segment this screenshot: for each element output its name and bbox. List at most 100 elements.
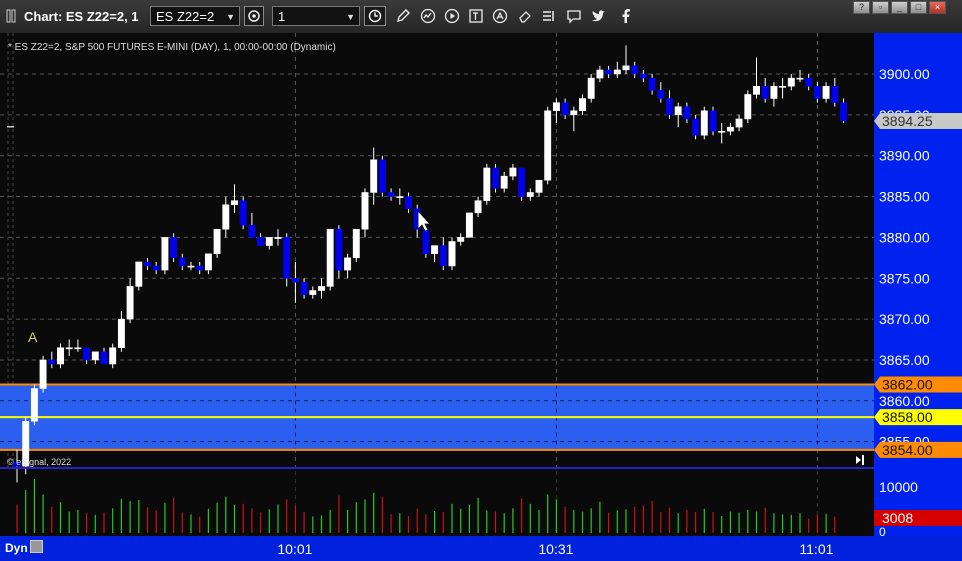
alert-button[interactable]	[491, 7, 509, 25]
interval-combo[interactable]: 1 ▼	[272, 6, 360, 26]
candle-body	[526, 192, 534, 197]
candle-body	[465, 212, 473, 238]
close-button[interactable]: ×	[929, 1, 946, 14]
restore-button[interactable]: ▫	[872, 1, 889, 14]
candle-body	[170, 237, 178, 259]
candle-body	[83, 347, 91, 361]
title-bar: Chart: ES Z22=2, 1 ES Z22=2 ▼ 1 ▼ ? ▫ _ …	[0, 0, 962, 34]
candle-body	[474, 200, 482, 214]
candle-body	[639, 73, 647, 79]
candle-body	[726, 126, 734, 132]
candle-body	[840, 102, 847, 122]
candle-body	[700, 110, 708, 136]
candle-body	[579, 98, 586, 112]
candle-body	[692, 118, 700, 136]
list-button[interactable]	[540, 7, 558, 25]
candle-body	[274, 237, 282, 239]
candle-body	[431, 245, 439, 254]
candle-body	[326, 228, 334, 287]
candle-body	[683, 106, 691, 120]
maximize-button[interactable]: □	[910, 1, 927, 14]
candle-body	[196, 265, 204, 271]
candle-body	[352, 228, 360, 259]
gear-icon	[248, 10, 260, 22]
price-tick-label: 3870.00	[879, 311, 930, 327]
candle-body	[753, 86, 760, 95]
play-icon	[444, 8, 460, 24]
candle-body	[561, 102, 569, 116]
candle-body	[509, 167, 517, 177]
candle-body	[91, 351, 99, 361]
candle-body	[48, 359, 56, 365]
candle-body	[648, 77, 656, 91]
facebook-icon	[622, 9, 630, 23]
candle-body	[126, 286, 134, 320]
candle-body	[248, 224, 256, 238]
dynamic-mode-label[interactable]: Dyn	[5, 541, 28, 555]
candle-body	[318, 286, 325, 291]
text-box-icon	[469, 9, 483, 23]
candle-body	[596, 69, 604, 79]
candle-body	[300, 282, 308, 295]
eraser-button[interactable]	[516, 7, 534, 25]
candle-body	[396, 196, 404, 199]
price-chart[interactable]: 3900.003895.003890.003885.003880.003875.…	[0, 33, 962, 536]
twitter-icon	[592, 10, 605, 22]
price-tick-label: 3860.00	[879, 393, 930, 409]
candle-body	[831, 86, 839, 103]
candle-body	[378, 159, 386, 193]
candle-body	[735, 118, 743, 128]
price-tick-label: 3875.00	[879, 270, 930, 286]
candle-body	[613, 69, 621, 75]
candle-body	[544, 110, 552, 181]
candle-body	[813, 86, 821, 99]
candle-body	[552, 102, 560, 112]
candle-body	[387, 192, 395, 197]
time-button[interactable]	[364, 6, 386, 26]
help-button[interactable]: ?	[853, 1, 870, 14]
text-tool-button[interactable]	[467, 7, 485, 25]
candle-body	[161, 237, 169, 271]
candle-body	[822, 86, 830, 99]
candle-body	[587, 77, 595, 99]
zone-low-tag: 3854.00	[882, 442, 933, 458]
alert-circle-icon	[492, 8, 508, 24]
candle-body	[335, 228, 343, 271]
copyright-label: © eSignal, 2022	[7, 457, 71, 467]
candle-body	[265, 237, 273, 246]
candle-body	[422, 228, 430, 254]
candle-body	[439, 245, 447, 267]
candle-body	[631, 65, 639, 75]
volume-last-label: 3008	[882, 510, 913, 526]
candle-body	[718, 130, 726, 133]
candle-body	[213, 228, 221, 254]
draw-button[interactable]	[394, 7, 412, 25]
pane-separator[interactable]	[0, 467, 874, 469]
eraser-icon	[519, 11, 531, 23]
twitter-button[interactable]	[590, 7, 608, 25]
candle-body	[231, 200, 238, 205]
minimize-button[interactable]: _	[891, 1, 908, 14]
price-tick-label: 3885.00	[879, 189, 930, 205]
candle-body	[570, 110, 578, 116]
candle-body	[674, 106, 682, 116]
chart-marker-a: A	[28, 329, 38, 345]
candle-body	[135, 261, 143, 287]
interval-settings-button[interactable]	[244, 6, 264, 26]
play-button[interactable]	[443, 7, 461, 25]
chat-button[interactable]	[565, 7, 583, 25]
study-button[interactable]	[419, 7, 437, 25]
candle-body	[100, 351, 108, 365]
candle-body	[492, 167, 499, 189]
zone-high-tag: 3862.00	[882, 376, 933, 392]
candle-body	[109, 347, 117, 365]
time-axis-label: 10:31	[538, 541, 574, 557]
candle-body	[74, 347, 82, 350]
lock-icon[interactable]	[30, 540, 43, 553]
facebook-button[interactable]	[617, 7, 635, 25]
symbol-combo[interactable]: ES Z22=2 ▼	[150, 6, 240, 26]
candle-body	[483, 167, 491, 201]
candle-body	[39, 359, 47, 389]
candle-body	[761, 86, 769, 99]
candle-body	[770, 86, 778, 99]
